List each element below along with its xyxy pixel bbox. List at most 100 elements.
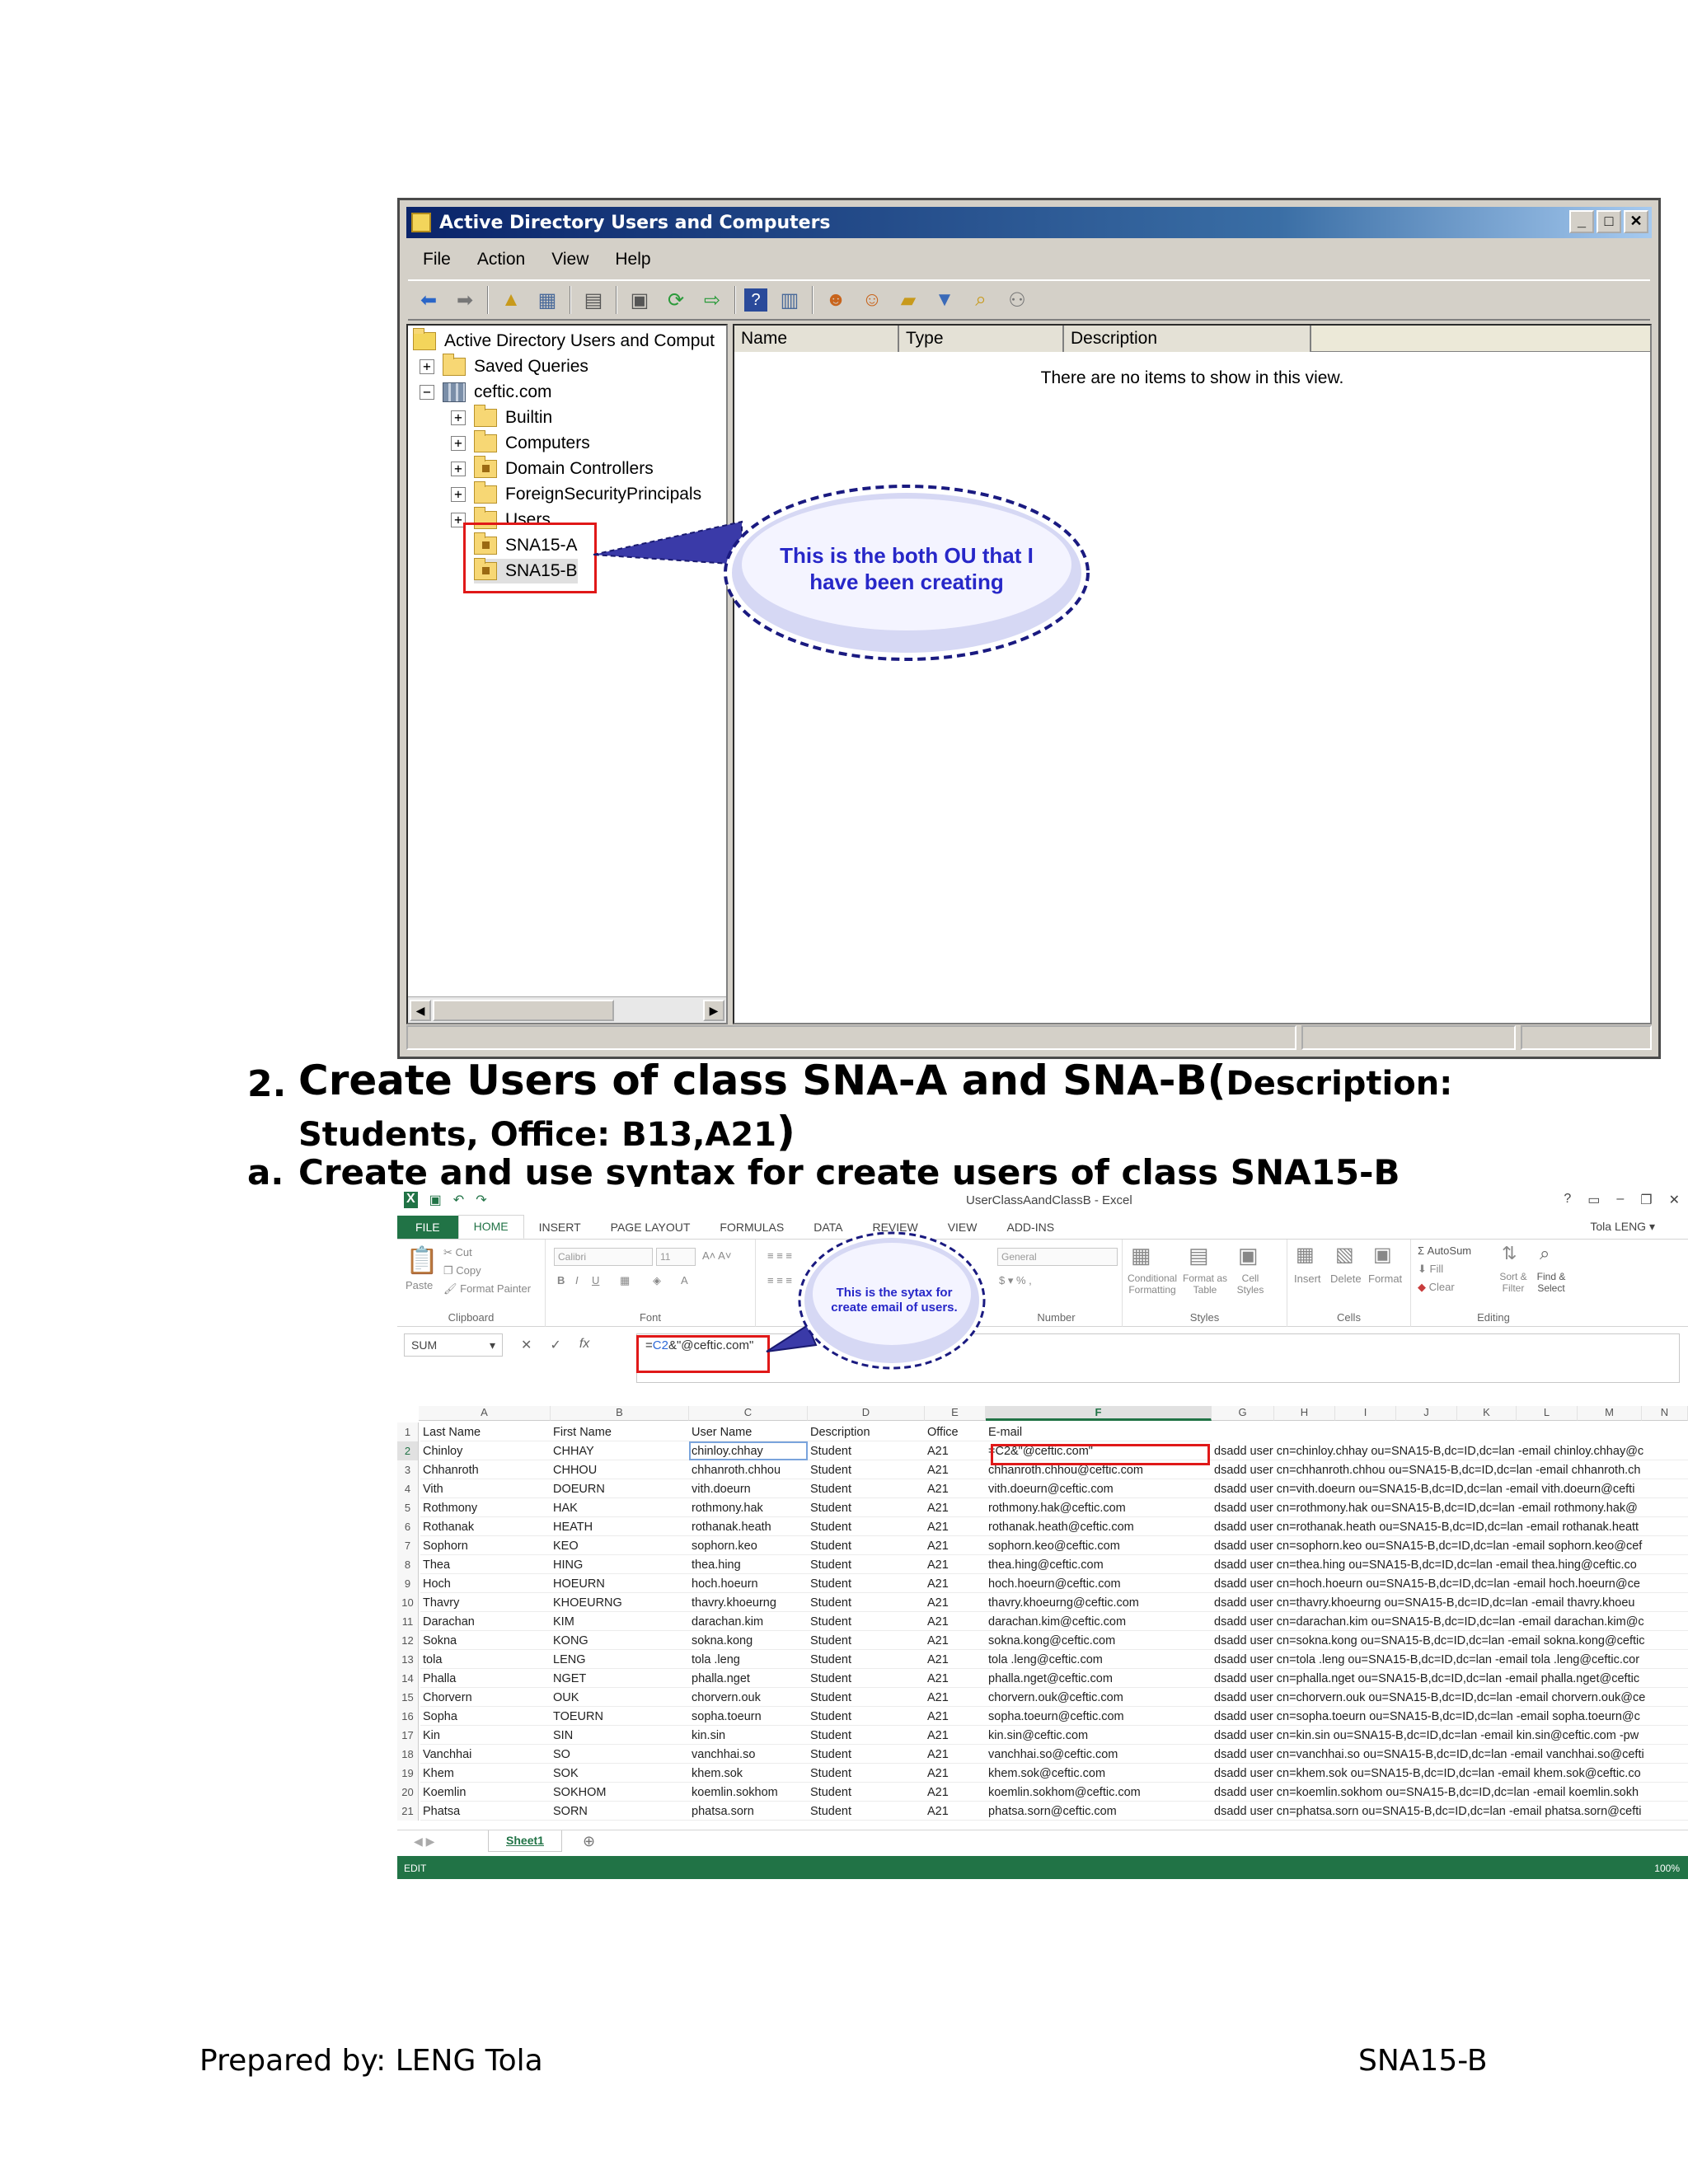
column-header[interactable]: C [689, 1406, 808, 1421]
tree-horizontal-scrollbar[interactable]: ◀ ▶ [408, 996, 726, 1023]
maximize-button[interactable]: □ [1597, 210, 1621, 233]
menu-action[interactable]: Action [464, 250, 538, 269]
table-cell[interactable]: koemlin.sokhom [689, 1783, 808, 1802]
table-cell[interactable]: Phalla [420, 1669, 551, 1688]
column-name[interactable]: Name [734, 326, 899, 352]
column-header[interactable]: A [419, 1406, 551, 1421]
tree-item-builtin[interactable]: + Builtin [451, 405, 552, 430]
close-button[interactable]: ✕ [1624, 210, 1648, 233]
table-cell[interactable]: Thea [420, 1555, 551, 1574]
table-cell[interactable]: chorvern.ouk [689, 1688, 808, 1707]
delete-cells-icon[interactable]: ▧ [1335, 1243, 1354, 1267]
row-number[interactable]: 10 [397, 1593, 419, 1612]
mmc-console-icon[interactable]: ▥ [776, 286, 804, 314]
collapse-icon[interactable]: − [420, 385, 434, 400]
table-cell[interactable]: phalla.nget [689, 1669, 808, 1688]
row-number[interactable]: 16 [397, 1707, 419, 1726]
minimize-icon[interactable]: – [1616, 1192, 1624, 1208]
table-cell[interactable]: koemlin.sokhom@ceftic.com [986, 1783, 1212, 1802]
table-cell[interactable]: A21 [925, 1498, 986, 1517]
table-cell[interactable]: Student [808, 1517, 925, 1536]
table-cell[interactable]: thea.hing@ceftic.com [986, 1555, 1212, 1574]
table-cell[interactable]: Phatsa [420, 1802, 551, 1821]
row-number[interactable]: 19 [397, 1764, 419, 1783]
enter-icon[interactable]: ✓ [550, 1337, 560, 1353]
table-cell[interactable]: chinloy.chhay [689, 1441, 808, 1460]
column-header[interactable]: K [1457, 1406, 1517, 1421]
table-cell[interactable]: vanchhai.so [689, 1745, 808, 1764]
delete-button[interactable]: Delete [1330, 1272, 1362, 1285]
underline-button[interactable]: U [592, 1274, 599, 1286]
table-cell[interactable]: vanchhai.so@ceftic.com [986, 1745, 1212, 1764]
tree-item-domain[interactable]: − ceftic.com [420, 380, 552, 405]
table-cell[interactable]: chhanroth.chhou [689, 1460, 808, 1479]
new-ou-icon[interactable]: ▰ [894, 286, 922, 314]
find-select-button[interactable]: Find & Select [1533, 1271, 1569, 1294]
table-cell[interactable]: dsadd user cn=vith.doeurn ou=SNA15-B,dc=… [1212, 1479, 1688, 1498]
add-to-group-icon[interactable]: ⚇ [1003, 286, 1031, 314]
format-button[interactable]: Format [1368, 1272, 1402, 1285]
table-cell[interactable]: Student [808, 1745, 925, 1764]
table-cell[interactable]: dsadd user cn=thavry.khoeurng ou=SNA15-B… [1212, 1593, 1688, 1612]
properties-icon[interactable]: ▣ [626, 286, 654, 314]
undo-icon[interactable]: ↶ [453, 1192, 464, 1208]
paste-icon[interactable]: 📋 [406, 1244, 438, 1276]
help-icon[interactable]: ? [1564, 1192, 1571, 1208]
name-box[interactable]: SUM ▾ [404, 1333, 503, 1357]
conditional-formatting-button[interactable]: Conditional Formatting [1126, 1272, 1179, 1296]
up-folder-icon[interactable]: ▲ [497, 286, 525, 314]
column-header[interactable]: D [808, 1406, 925, 1421]
table-cell[interactable]: Kin [420, 1726, 551, 1745]
row-number[interactable]: 15 [397, 1688, 419, 1707]
clear-button[interactable]: ◆ Clear [1418, 1281, 1455, 1294]
table-cell[interactable]: A21 [925, 1783, 986, 1802]
table-cell[interactable]: SO [551, 1745, 689, 1764]
table-cell[interactable]: KHOEURNG [551, 1593, 689, 1612]
table-cell[interactable]: vith.doeurn [689, 1479, 808, 1498]
clipboard-icon[interactable]: ▤ [579, 286, 607, 314]
table-cell[interactable]: dsadd user cn=phalla.nget ou=SNA15-B,dc=… [1212, 1669, 1688, 1688]
table-cell[interactable]: Chinloy [420, 1441, 551, 1460]
show-hide-tree-icon[interactable]: ▦ [533, 286, 561, 314]
table-cell[interactable]: tola .leng@ceftic.com [986, 1650, 1212, 1669]
menu-file[interactable]: File [410, 250, 464, 269]
table-cell[interactable]: Khem [420, 1764, 551, 1783]
table-cell[interactable]: Description [808, 1422, 925, 1441]
add-sheet-icon[interactable]: ⊕ [583, 1833, 595, 1850]
table-cell[interactable]: Student [808, 1536, 925, 1555]
table-cell[interactable]: A21 [925, 1631, 986, 1650]
column-header[interactable]: F [986, 1406, 1212, 1421]
table-cell[interactable]: A21 [925, 1612, 986, 1631]
column-header[interactable]: E [925, 1406, 986, 1421]
table-cell[interactable]: A21 [925, 1707, 986, 1726]
table-cell[interactable]: khem.sok@ceftic.com [986, 1764, 1212, 1783]
column-header[interactable]: L [1517, 1406, 1578, 1421]
spreadsheet-grid[interactable]: A B C D E F G H I J K L M N 1 Last Name First Name User N… [397, 1406, 1688, 1821]
column-type[interactable]: Type [899, 326, 1064, 352]
insert-cells-icon[interactable]: ▦ [1296, 1243, 1315, 1267]
new-user-icon[interactable]: ☻ [822, 286, 850, 314]
table-cell[interactable]: dsadd user cn=phatsa.sorn ou=SNA15-B,dc=… [1212, 1802, 1688, 1821]
number-format-select[interactable]: General [997, 1248, 1118, 1266]
table-cell[interactable]: KONG [551, 1631, 689, 1650]
column-header[interactable]: H [1274, 1406, 1335, 1421]
table-cell[interactable]: Student [808, 1726, 925, 1745]
column-header[interactable]: B [551, 1406, 689, 1421]
tree-item-saved-queries[interactable]: + Saved Queries [420, 354, 588, 379]
table-cell[interactable]: Darachan [420, 1612, 551, 1631]
format-cells-icon[interactable]: ▣ [1373, 1243, 1392, 1267]
row-number[interactable]: 3 [397, 1460, 419, 1479]
table-cell[interactable]: Student [808, 1802, 925, 1821]
menu-help[interactable]: Help [602, 250, 663, 269]
close-icon[interactable]: ✕ [1669, 1192, 1680, 1208]
table-cell[interactable]: A21 [925, 1669, 986, 1688]
table-cell[interactable]: sopha.toeurn [689, 1707, 808, 1726]
sheet-tab[interactable]: Sheet1 [488, 1830, 562, 1852]
table-cell[interactable]: kin.sin@ceftic.com [986, 1726, 1212, 1745]
format-as-table-icon[interactable]: ▤ [1189, 1243, 1209, 1268]
table-cell[interactable]: KIM [551, 1612, 689, 1631]
row-number[interactable]: 1 [397, 1422, 419, 1441]
table-cell[interactable]: Student [808, 1783, 925, 1802]
insert-button[interactable]: Insert [1294, 1272, 1321, 1285]
table-cell[interactable]: chorvern.ouk@ceftic.com [986, 1688, 1212, 1707]
